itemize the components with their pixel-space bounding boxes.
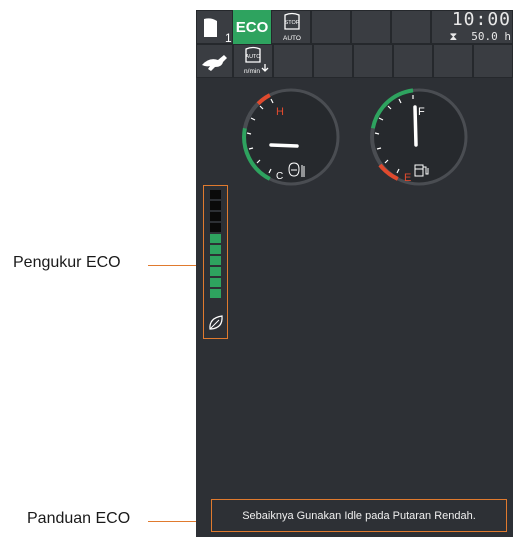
hour-meter-value: 50.0 h [471, 30, 511, 43]
status-slot-r2-8 [473, 44, 513, 78]
status-slot-r2-5 [353, 44, 393, 78]
eco-meter [203, 185, 228, 339]
rabbit-icon [202, 55, 227, 71]
eco-meter-segment [210, 289, 221, 298]
travel-speed-cell[interactable] [196, 44, 233, 78]
eco-meter-segment [210, 245, 221, 254]
hourglass-icon: ⧗ [449, 30, 458, 43]
clock-display: 10:00 ⧗ 50.0 h [450, 10, 511, 43]
auto-idle-label-bottom: n/min [244, 68, 260, 75]
eco-meter-segment [210, 267, 221, 276]
coolant-temperature-gauge: H C [242, 88, 340, 186]
eco-meter-segment [210, 256, 221, 265]
status-slot-r2-3 [273, 44, 313, 78]
eco-mode-indicator[interactable]: ECO [233, 10, 271, 44]
eco-meter-segment [210, 190, 221, 199]
auto-idle-icon: AUTO n/min [244, 46, 269, 75]
auto-idle-label-top: AUTO [245, 54, 261, 60]
eco-guide-callout-label: Panduan ECO [27, 510, 131, 527]
eco-meter-segment [210, 212, 221, 221]
eco-guide-message: Sebaiknya Gunakan Idle pada Putaran Rend… [211, 499, 507, 532]
auto-stop-icon: STOP AUTO [283, 12, 301, 42]
coolant-cold-label: C [276, 171, 283, 182]
eco-meter-segment [210, 234, 221, 243]
auto-idle-cell[interactable]: AUTO n/min [233, 44, 273, 78]
fuel-gauge: F E [370, 88, 468, 186]
fuel-full-label: F [418, 106, 425, 118]
coolant-hot-label: H [276, 106, 284, 118]
auto-stop-cell[interactable]: STOP AUTO [271, 10, 311, 44]
eco-meter-callout-label: Pengukur ECO [13, 254, 121, 271]
eco-meter-segment [210, 201, 221, 210]
eco-meter-segment [210, 223, 221, 232]
monitor-screen: 1 ECO STOP AUTO 10:00 ⧗ 50.0 h AUTO n/mi… [196, 10, 513, 537]
clock-time: 10:00 [451, 10, 511, 30]
status-slot-6 [391, 10, 431, 44]
status-slot-4 [311, 10, 351, 44]
auto-stop-label-top: STOP [285, 20, 300, 26]
eco-meter-callout-line [148, 265, 202, 266]
gear-number: 1 [225, 31, 232, 45]
leaf-icon [209, 315, 223, 330]
status-slot-r2-6 [393, 44, 433, 78]
auto-stop-label-bottom: AUTO [283, 35, 301, 42]
eco-meter-segment [210, 278, 221, 287]
status-slot-r2-7 [433, 44, 473, 78]
status-slot-5 [351, 10, 391, 44]
fuel-empty-label: E [404, 172, 411, 184]
work-mode-icon: 1 [204, 18, 232, 45]
work-mode-cell[interactable]: 1 [196, 10, 233, 45]
status-slot-r2-4 [313, 44, 353, 78]
hour-meter-row: ⧗ 50.0 h [450, 30, 511, 43]
